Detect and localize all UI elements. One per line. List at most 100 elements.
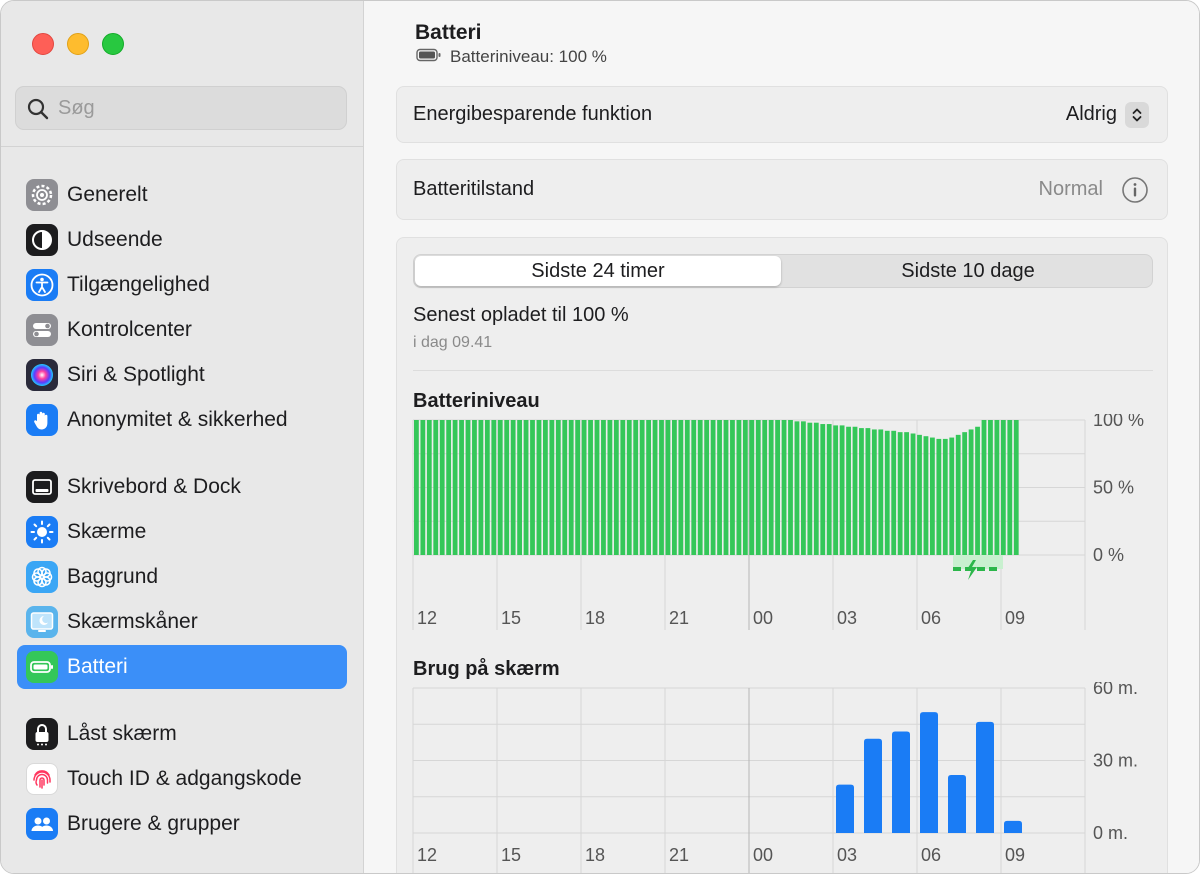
sun-icon	[26, 516, 58, 548]
accessibility-icon	[26, 269, 58, 301]
dock-icon	[26, 471, 58, 503]
sidebar-item-skrivebord-dock[interactable]: Skrivebord & Dock	[17, 465, 347, 509]
x-tick-label: 03	[837, 845, 857, 865]
battery-bar	[575, 420, 581, 555]
usage-bar	[836, 784, 854, 833]
sidebar-item-label: Kontrolcenter	[67, 318, 192, 341]
energy-saving-value[interactable]: Aldrig	[1066, 103, 1117, 126]
battery-x-axis: 12 15 18 21 00 03 06 09	[417, 608, 1025, 628]
battery-bar	[813, 422, 819, 555]
window-controls	[32, 33, 124, 55]
sidebar-item-udseende[interactable]: Udseende	[17, 218, 347, 262]
charging-indicator	[953, 555, 1003, 580]
battery-bar	[459, 420, 464, 555]
battery-bar	[891, 430, 897, 555]
usage-y-axis: 60 m. 30 m. 0 m.	[1093, 682, 1138, 843]
sidebar-item-siri[interactable]: Siri & Spotlight	[17, 353, 347, 397]
battery-bar	[549, 420, 555, 555]
battery-bar	[930, 437, 935, 555]
sidebar-item-label: Batteri	[67, 655, 128, 678]
y-tick-label: 50 %	[1093, 478, 1134, 498]
battery-bar	[801, 421, 806, 555]
battery-bar	[859, 428, 864, 555]
battery-bar	[607, 420, 613, 555]
x-tick-label: 21	[669, 845, 689, 865]
battery-bar	[472, 420, 477, 555]
battery-bar	[781, 420, 787, 555]
usage-bar	[864, 738, 882, 833]
battery-bar	[530, 420, 535, 555]
time-range-segmented-control: Sidste 24 timer Sidste 10 dage	[413, 254, 1153, 288]
battery-bar	[833, 425, 839, 555]
battery-bar	[936, 438, 942, 555]
sidebar-item-anonymitet[interactable]: Anonymitet & sikkerhed	[17, 398, 347, 442]
y-tick-label: 30 m.	[1093, 751, 1138, 771]
screen-usage-chart: 60 m. 30 m. 0 m. 12 15 18 21 00 03 06 09	[412, 682, 1138, 873]
sidebar-item-skaerme[interactable]: Skærme	[17, 510, 347, 554]
battery-bar	[910, 433, 916, 555]
search-field[interactable]	[15, 86, 347, 130]
battery-bar	[497, 420, 503, 555]
battery-bar	[626, 420, 632, 555]
search-input[interactable]	[58, 95, 328, 121]
sidebar-item-label: Tilgængelighed	[67, 273, 210, 296]
sidebar-item-brugere-grupper[interactable]: Brugere & grupper	[17, 802, 347, 846]
flower-icon	[26, 561, 58, 593]
sidebar-item-label: Låst skærm	[67, 722, 177, 745]
search-icon	[26, 97, 50, 126]
battery-bar	[852, 426, 858, 555]
page-title: Batteri	[415, 21, 482, 44]
battery-bar	[484, 420, 490, 555]
battery-bar	[968, 429, 974, 555]
battery-bar	[613, 420, 619, 555]
sidebar-item-label: Brugere & grupper	[67, 812, 240, 835]
battery-level-chart-title: Batteriniveau	[413, 390, 540, 412]
sidebar-divider	[1, 146, 363, 147]
close-button[interactable]	[32, 33, 54, 55]
y-tick-label: 0 m.	[1093, 823, 1128, 843]
battery-bar	[536, 420, 542, 555]
battery-bar	[665, 420, 671, 555]
battery-bar	[588, 420, 593, 555]
minimize-button[interactable]	[67, 33, 89, 55]
battery-bar	[1007, 420, 1013, 555]
zoom-button[interactable]	[102, 33, 124, 55]
battery-bar	[878, 429, 884, 555]
sidebar-item-generelt[interactable]: Generelt	[17, 173, 347, 217]
sidebar-item-touch-id[interactable]: Touch ID & adgangskode	[17, 757, 347, 801]
x-tick-label: 09	[1005, 845, 1025, 865]
sidebar-item-tilgaengelighed[interactable]: Tilgængelighed	[17, 263, 347, 307]
battery-bar	[510, 420, 516, 555]
usage-bar	[1004, 820, 1022, 833]
battery-bar	[897, 432, 903, 555]
battery-bar	[975, 426, 980, 555]
battery-bar	[820, 424, 826, 555]
sidebar-item-kontrolcenter[interactable]: Kontrolcenter	[17, 308, 347, 352]
x-tick-label: 18	[585, 845, 605, 865]
y-tick-label: 100 %	[1093, 414, 1144, 430]
tab-last-10-days[interactable]: Sidste 10 dage	[784, 256, 1152, 286]
main-pane: Batteri Batteriniveau: 100 % Energibespa…	[364, 1, 1199, 873]
sidebar-item-baggrund[interactable]: Baggrund	[17, 555, 347, 599]
x-tick-label: 06	[921, 845, 941, 865]
tab-last-24-hours[interactable]: Sidste 24 timer	[415, 256, 781, 286]
battery-bar	[601, 420, 606, 555]
battery-icon	[26, 651, 58, 683]
usage-bar	[892, 731, 910, 833]
battery-level-chart: 100 % 50 % 0 % 12 15 18 21 00 03 06 09	[412, 414, 1144, 630]
energy-saving-popup-button[interactable]	[1125, 102, 1149, 128]
battery-bar	[672, 420, 677, 555]
x-tick-label: 15	[501, 845, 521, 865]
lock-icon	[26, 718, 58, 750]
sidebar-item-skaermskaaner[interactable]: Skærmskåner	[17, 600, 347, 644]
battery-bar	[749, 420, 755, 555]
info-icon[interactable]	[1121, 176, 1149, 209]
x-tick-label: 06	[921, 608, 941, 628]
battery-bar	[955, 434, 961, 555]
battery-bar	[904, 432, 909, 555]
sidebar-item-laast-skaerm[interactable]: Låst skærm	[17, 712, 347, 756]
battery-bar	[697, 420, 703, 555]
battery-bar	[710, 420, 716, 555]
sidebar-item-batteri[interactable]: Batteri	[17, 645, 347, 689]
battery-bar	[639, 420, 645, 555]
